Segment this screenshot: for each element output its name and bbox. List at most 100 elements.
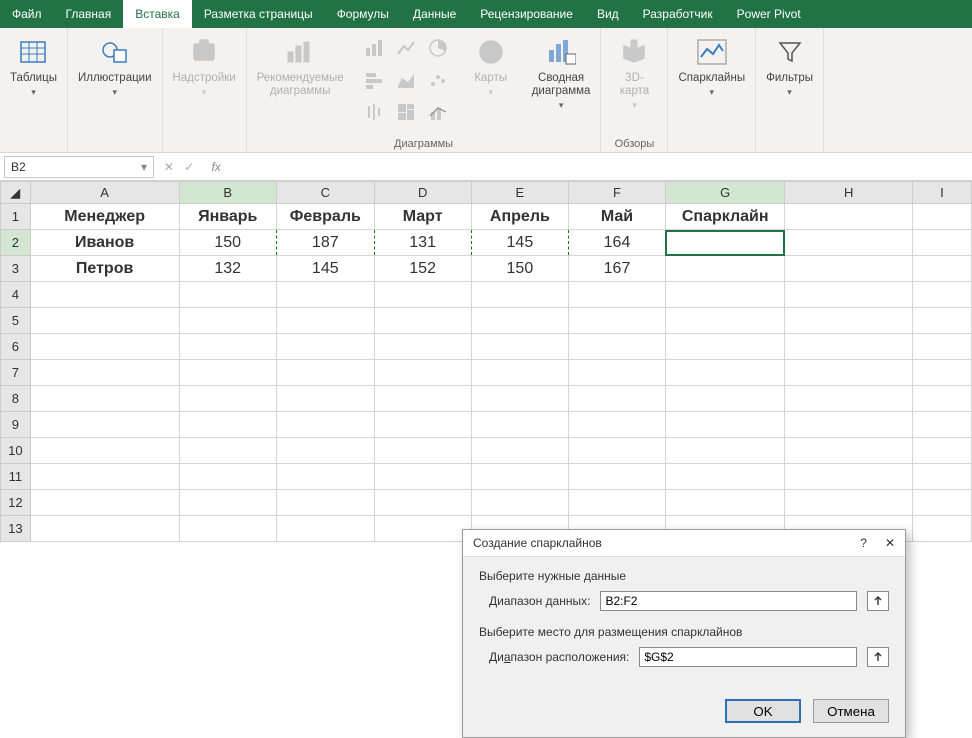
cell-I3[interactable] <box>912 256 971 282</box>
cell-G7[interactable] <box>665 360 785 386</box>
row-header-6[interactable]: 6 <box>1 334 31 360</box>
formula-cancel-icon[interactable]: ✕ <box>164 160 174 174</box>
ok-button[interactable]: OK <box>725 699 801 723</box>
row-header-7[interactable]: 7 <box>1 360 31 386</box>
cell-E4[interactable] <box>471 282 568 308</box>
cell-E9[interactable] <box>471 412 568 438</box>
cell-I10[interactable] <box>912 438 971 464</box>
cell-B8[interactable] <box>179 386 276 412</box>
cell-G9[interactable] <box>665 412 785 438</box>
cell-B11[interactable] <box>179 464 276 490</box>
dialog-help-icon[interactable]: ? <box>860 536 867 550</box>
col-header-B[interactable]: B <box>179 182 276 204</box>
cell-D8[interactable] <box>374 386 471 412</box>
chart-pie-icon[interactable] <box>424 34 452 62</box>
cell-F10[interactable] <box>569 438 666 464</box>
pivot-chart-button[interactable]: Сводная диаграмма ▾ <box>530 34 593 113</box>
tables-button[interactable]: Таблицы ▾ <box>8 34 59 100</box>
cell-G6[interactable] <box>665 334 785 360</box>
cell-C6[interactable] <box>276 334 374 360</box>
menu-page-layout[interactable]: Разметка страницы <box>192 0 325 28</box>
cell-A6[interactable] <box>30 334 179 360</box>
col-header-D[interactable]: D <box>374 182 471 204</box>
menu-file[interactable]: Файл <box>0 0 54 28</box>
cell-E8[interactable] <box>471 386 568 412</box>
cell-F5[interactable] <box>569 308 666 334</box>
cell-B9[interactable] <box>179 412 276 438</box>
cell-C8[interactable] <box>276 386 374 412</box>
row-header-8[interactable]: 8 <box>1 386 31 412</box>
cell-H3[interactable] <box>785 256 912 282</box>
cell-C3[interactable]: 145 <box>276 256 374 282</box>
cell-D5[interactable] <box>374 308 471 334</box>
cell-D12[interactable] <box>374 490 471 516</box>
chart-scatter-icon[interactable] <box>424 66 452 94</box>
menu-data[interactable]: Данные <box>401 0 468 28</box>
cell-C2[interactable]: 187 <box>276 230 374 256</box>
cell-H6[interactable] <box>785 334 912 360</box>
cell-E7[interactable] <box>471 360 568 386</box>
cell-B7[interactable] <box>179 360 276 386</box>
cell-D1[interactable]: Март <box>374 204 471 230</box>
cell-G5[interactable] <box>665 308 785 334</box>
data-range-collapse-icon[interactable] <box>867 591 889 611</box>
cell-B5[interactable] <box>179 308 276 334</box>
cell-A11[interactable] <box>30 464 179 490</box>
cell-D10[interactable] <box>374 438 471 464</box>
cell-B1[interactable]: Январь <box>179 204 276 230</box>
col-header-I[interactable]: I <box>912 182 971 204</box>
cell-H4[interactable] <box>785 282 912 308</box>
menu-insert[interactable]: Вставка <box>123 0 192 28</box>
formula-accept-icon[interactable]: ✓ <box>184 160 194 174</box>
cell-B3[interactable]: 132 <box>179 256 276 282</box>
chart-bar-icon[interactable] <box>360 66 388 94</box>
cell-F11[interactable] <box>569 464 666 490</box>
cell-F3[interactable]: 167 <box>569 256 666 282</box>
cell-C12[interactable] <box>276 490 374 516</box>
row-header-11[interactable]: 11 <box>1 464 31 490</box>
cell-E12[interactable] <box>471 490 568 516</box>
cell-D6[interactable] <box>374 334 471 360</box>
cell-A3[interactable]: Петров <box>30 256 179 282</box>
cancel-button[interactable]: Отмена <box>813 699 889 723</box>
menu-developer[interactable]: Разработчик <box>631 0 725 28</box>
cell-H1[interactable] <box>785 204 912 230</box>
cell-D2[interactable]: 131 <box>374 230 471 256</box>
cell-H8[interactable] <box>785 386 912 412</box>
cell-F1[interactable]: Май <box>569 204 666 230</box>
cell-B2[interactable]: 150 <box>179 230 276 256</box>
cell-C7[interactable] <box>276 360 374 386</box>
data-range-input[interactable] <box>600 591 857 611</box>
cell-C10[interactable] <box>276 438 374 464</box>
chart-line-icon[interactable] <box>392 34 420 62</box>
cell-H9[interactable] <box>785 412 912 438</box>
cell-A5[interactable] <box>30 308 179 334</box>
cell-F12[interactable] <box>569 490 666 516</box>
cell-C9[interactable] <box>276 412 374 438</box>
sparklines-button[interactable]: Спарклайны ▾ <box>676 34 747 100</box>
col-header-A[interactable]: A <box>30 182 179 204</box>
cell-I6[interactable] <box>912 334 971 360</box>
select-all-corner[interactable]: ◢ <box>1 182 31 204</box>
cell-F8[interactable] <box>569 386 666 412</box>
cell-A2[interactable]: Иванов <box>30 230 179 256</box>
cell-B6[interactable] <box>179 334 276 360</box>
cell-G10[interactable] <box>665 438 785 464</box>
cell-H5[interactable] <box>785 308 912 334</box>
cell-B13[interactable] <box>179 516 276 542</box>
cell-F9[interactable] <box>569 412 666 438</box>
col-header-E[interactable]: E <box>471 182 568 204</box>
menu-view[interactable]: Вид <box>585 0 631 28</box>
dialog-titlebar[interactable]: Создание спарклайнов ? ✕ <box>463 530 905 557</box>
col-header-F[interactable]: F <box>569 182 666 204</box>
chart-treemap-icon[interactable] <box>392 98 420 126</box>
cell-H2[interactable] <box>785 230 912 256</box>
cell-E5[interactable] <box>471 308 568 334</box>
cell-C13[interactable] <box>276 516 374 542</box>
cell-I12[interactable] <box>912 490 971 516</box>
row-header-10[interactable]: 10 <box>1 438 31 464</box>
cell-G12[interactable] <box>665 490 785 516</box>
row-header-12[interactable]: 12 <box>1 490 31 516</box>
cell-A9[interactable] <box>30 412 179 438</box>
cell-I1[interactable] <box>912 204 971 230</box>
